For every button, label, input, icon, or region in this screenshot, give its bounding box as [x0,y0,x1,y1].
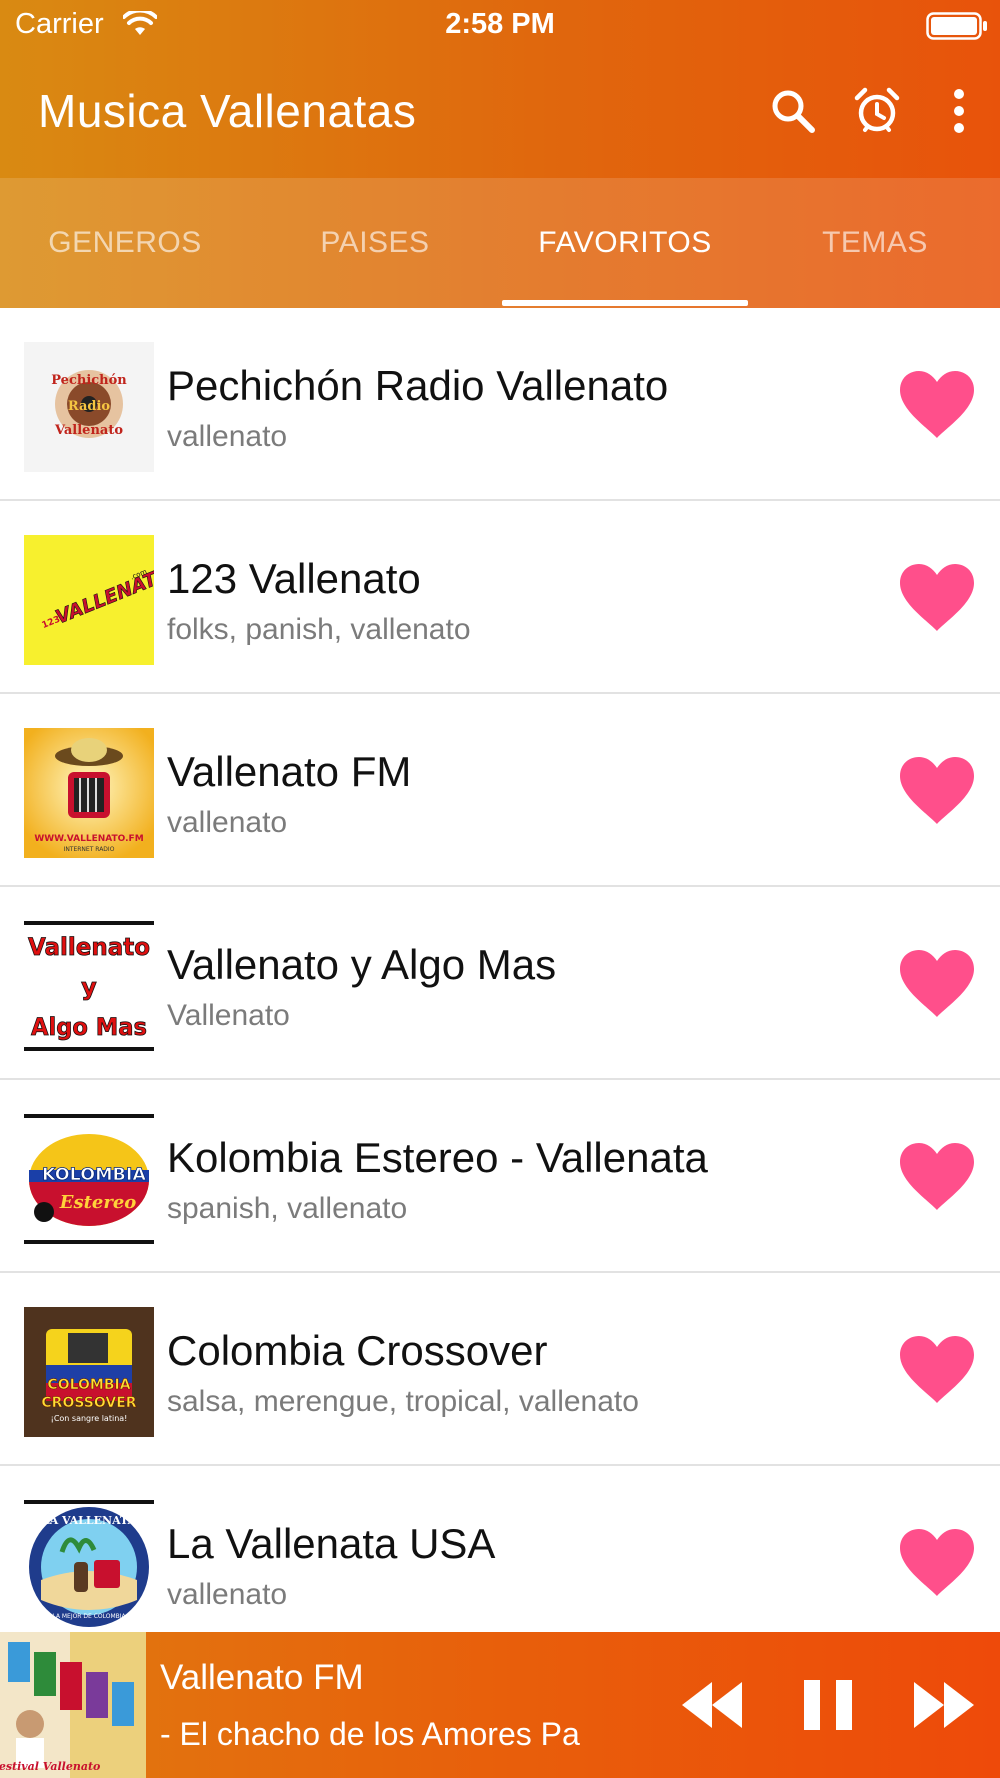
station-logo: COLOMBIA CROSSOVER ¡Con sangre latina! [24,1307,154,1437]
station-name: Colombia Crossover [167,1327,548,1374]
station-logo: Vallenato y Algo Mas [24,921,154,1051]
station-logo: LA VALLENATA LA MEJOR DE COLOMBIA [24,1500,154,1630]
now-playing-track: - El chacho de los Amores Pa [160,1716,580,1752]
svg-text:Algo Mas: Algo Mas [31,1013,147,1041]
station-genres: folks, panish, vallenato [167,613,471,646]
station-name: Vallenato y Algo Mas [167,941,557,988]
list-item[interactable]: WWW.VALLENATO.FM INTERNET RADIO Vallenat… [0,694,1000,887]
station-logo: Pechichón Radio Vallenato [24,342,154,472]
station-genres: vallenato [167,1578,288,1611]
fast-forward-icon[interactable] [912,1674,976,1736]
station-name: La Vallenata USA [167,1520,496,1567]
tab-favoritos[interactable]: FAVORITOS [500,178,750,308]
heart-icon[interactable] [898,1142,976,1212]
station-name: Pechichón Radio Vallenato [167,362,669,409]
svg-text:CROSSOVER: CROSSOVER [41,1395,136,1411]
favorites-list: Pechichón Radio Vallenato Pechichón Radi… [0,308,1000,1659]
svg-text:LA MEJOR DE COLOMBIA: LA MEJOR DE COLOMBIA [52,1613,126,1620]
station-logo: WWW.VALLENATO.FM INTERNET RADIO [24,728,154,858]
tab-temas[interactable]: TEMAS [750,178,1000,308]
search-icon[interactable] [768,86,818,136]
list-item[interactable]: Vallenato y Algo Mas Vallenato y Algo Ma… [0,887,1000,1080]
heart-icon[interactable] [898,1528,976,1598]
station-genres: spanish, vallenato [167,1192,408,1225]
battery-icon [926,12,987,40]
station-logo: KOLOMBIA Estereo [24,1114,154,1244]
tab-paises[interactable]: PAISES [250,178,500,308]
station-logo: 123 VALLENATO .com [24,535,154,665]
list-item[interactable]: KOLOMBIA Estereo Kolombia Estereo - Vall… [0,1080,1000,1273]
heart-icon[interactable] [898,949,976,1019]
list-item[interactable]: 123 VALLENATO .com 123 Vallenato folks, … [0,501,1000,694]
svg-text:¡Con sangre latina!: ¡Con sangre latina! [51,1414,128,1423]
heart-icon[interactable] [898,563,976,633]
tab-bar: GENEROS PAISES FAVORITOS TEMAS [0,178,1000,308]
svg-text:LA VALLENATA: LA VALLENATA [42,1514,137,1527]
station-name: Kolombia Estereo - Vallenata [167,1134,708,1181]
svg-text:Radio: Radio [68,399,111,414]
station-genres: Vallenato [167,999,290,1032]
status-bar: Carrier 2:58 PM [0,0,1000,50]
svg-text:KOLOMBIA: KOLOMBIA [42,1165,147,1185]
list-item[interactable]: COLOMBIA CROSSOVER ¡Con sangre latina! C… [0,1273,1000,1466]
svg-text:INTERNET RADIO: INTERNET RADIO [64,846,115,853]
heart-icon[interactable] [898,370,976,440]
svg-text:y: y [81,973,97,1001]
tab-generos[interactable]: GENEROS [0,178,250,308]
svg-text:WWW.VALLENATO.FM: WWW.VALLENATO.FM [34,834,143,844]
more-vertical-icon[interactable] [934,86,984,136]
app-header: Carrier 2:58 PM Musica Vallenatas GENERO… [0,0,1000,308]
app-title: Musica Vallenatas [38,85,417,137]
list-item[interactable]: Pechichón Radio Vallenato Pechichón Radi… [0,308,1000,501]
svg-text:Estereo: Estereo [59,1192,137,1213]
svg-text:Vallenato: Vallenato [28,933,150,961]
alarm-clock-icon[interactable] [852,86,902,136]
station-genres: salsa, merengue, tropical, vallenato [167,1385,639,1418]
svg-text:Festival Vallenato: Festival Vallenato [0,1760,100,1773]
now-playing-station: Vallenato FM [160,1658,364,1697]
list-item[interactable]: LA VALLENATA LA MEJOR DE COLOMBIA La Val… [0,1466,1000,1659]
active-tab-indicator [502,300,748,306]
svg-text:Pechichón: Pechichón [51,373,127,388]
svg-text:Vallenato: Vallenato [54,423,123,438]
status-time: 2:58 PM [445,8,555,40]
station-genres: vallenato [167,806,288,839]
now-playing-bar[interactable]: Festival Vallenato Vallenato FM - El cha… [0,1632,1000,1778]
now-playing-artwork: Festival Vallenato [0,1632,146,1778]
station-name: 123 Vallenato [167,555,421,602]
station-name: Vallenato FM [167,748,412,795]
pause-icon[interactable] [798,1674,858,1736]
svg-text:COLOMBIA: COLOMBIA [47,1377,130,1393]
heart-icon[interactable] [898,1335,976,1405]
now-playing-track-marquee: - El chacho de los Amores Pa [160,1716,652,1760]
rewind-icon[interactable] [680,1674,744,1736]
station-genres: vallenato [167,420,288,453]
heart-icon[interactable] [898,756,976,826]
